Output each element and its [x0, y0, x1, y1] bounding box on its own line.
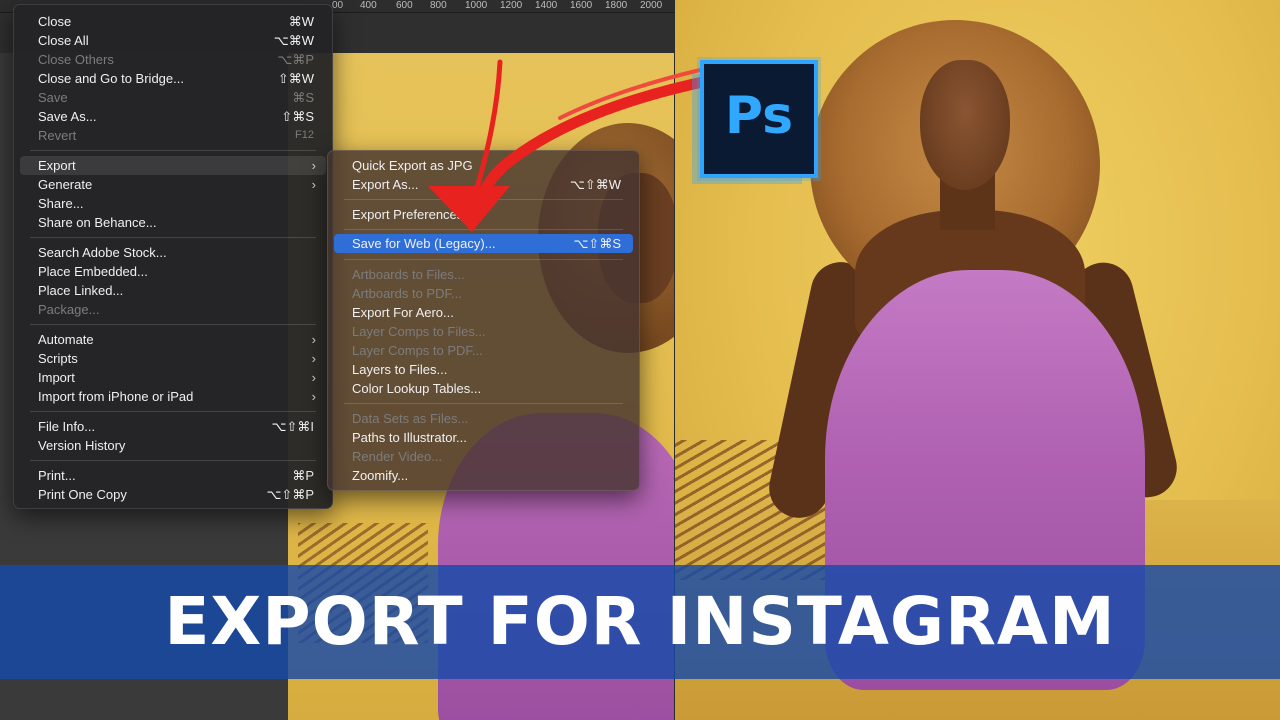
title-banner: EXPORT FOR INSTAGRAM — [0, 565, 1280, 679]
photoshop-logo-icon: Ps — [700, 60, 818, 178]
banner-title: EXPORT FOR INSTAGRAM — [164, 583, 1116, 660]
